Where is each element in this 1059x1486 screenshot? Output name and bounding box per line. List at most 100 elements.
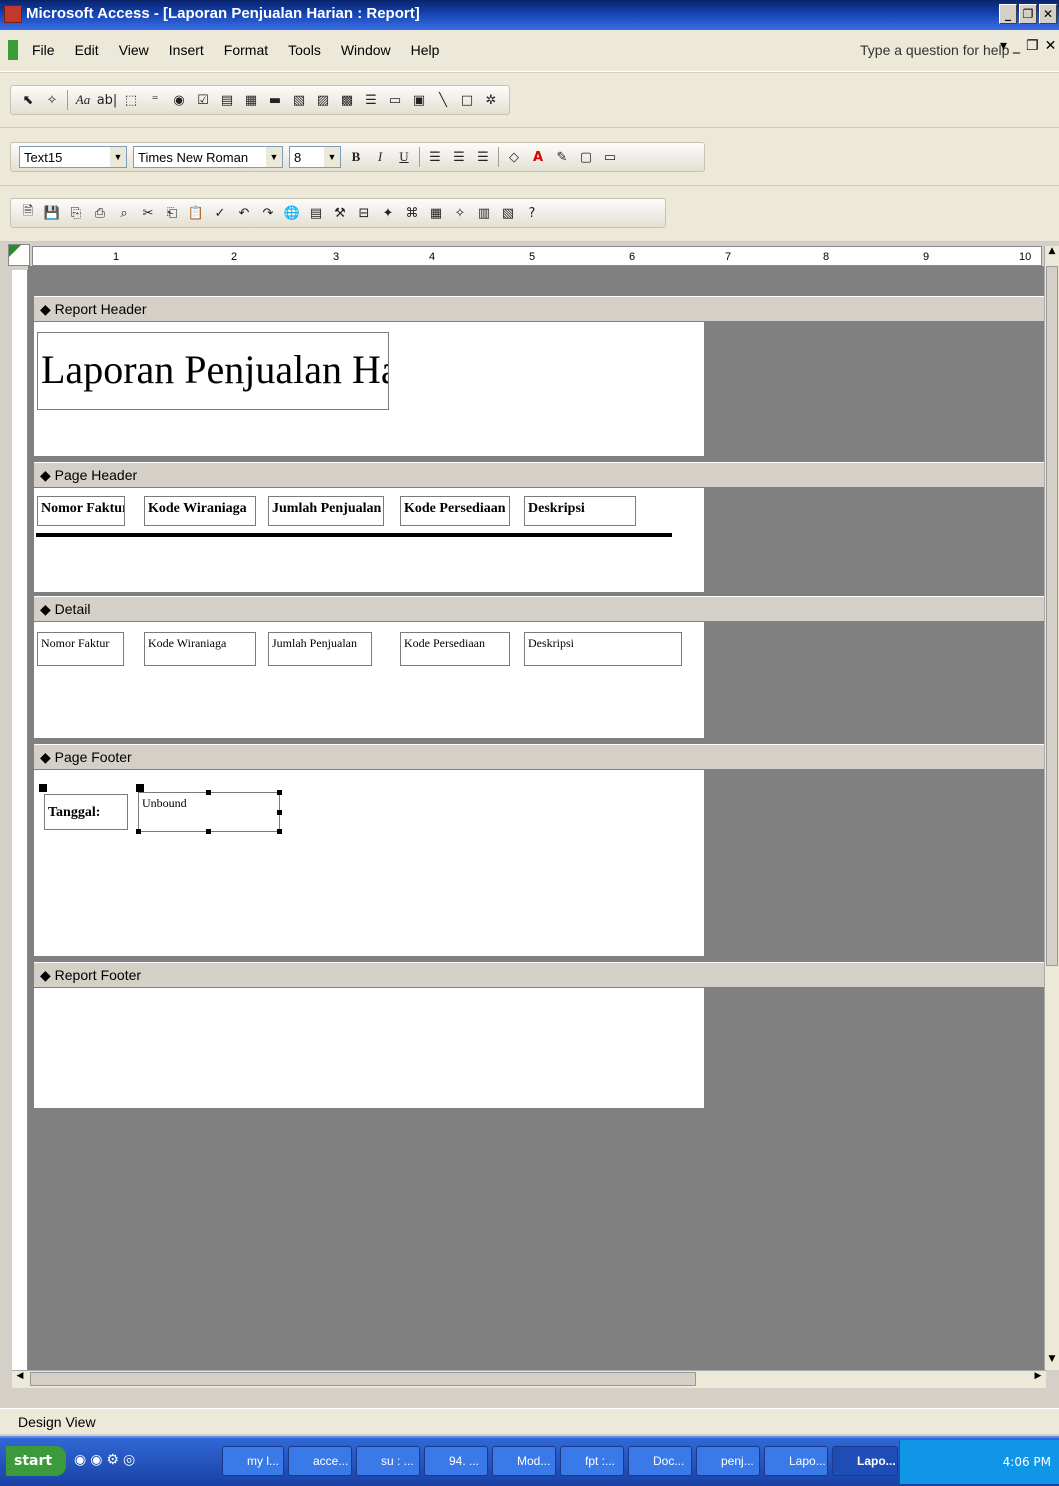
line-color-icon[interactable]: ✎	[553, 148, 571, 166]
database-window-icon[interactable]: ▥	[475, 204, 493, 222]
font-name-select[interactable]: Times New Roman ▼	[133, 146, 283, 168]
resize-handle[interactable]	[277, 810, 282, 815]
menu-file[interactable]: File	[32, 42, 55, 58]
minimize-button[interactable]: _	[999, 4, 1017, 24]
ruler-corner[interactable]	[8, 244, 30, 266]
save-icon[interactable]: 💾	[43, 204, 61, 222]
combo-box-icon[interactable]: ▤	[218, 91, 236, 109]
toggle-button-icon[interactable]: ⁼	[146, 91, 164, 109]
start-button[interactable]: start	[6, 1446, 66, 1476]
more-controls-icon[interactable]: ✲	[482, 91, 500, 109]
resize-handle[interactable]	[277, 829, 282, 834]
help-search-input[interactable]: Type a question for help	[860, 42, 1009, 58]
detail-field[interactable]: Kode Persediaan	[400, 632, 510, 666]
menu-view[interactable]: View	[119, 42, 149, 58]
command-button-icon[interactable]: ▬	[266, 91, 284, 109]
section-page-footer[interactable]: Tanggal: Unbound	[34, 770, 704, 956]
checkbox-tool-icon[interactable]: ☑	[194, 91, 212, 109]
list-box-icon[interactable]: ▦	[242, 91, 260, 109]
build-icon[interactable]: ✧	[451, 204, 469, 222]
taskbar-item[interactable]: Mod...	[492, 1446, 556, 1476]
taskbar-item[interactable]: penj...	[696, 1446, 760, 1476]
field-list-icon[interactable]: ▤	[307, 204, 325, 222]
image-tool-icon[interactable]: ▧	[290, 91, 308, 109]
section-detail[interactable]: Nomor Faktur Kode Wiraniaga Jumlah Penju…	[34, 622, 704, 738]
line-tool-icon[interactable]: ╲	[434, 91, 452, 109]
object-select[interactable]: Text15 ▼	[19, 146, 127, 168]
taskbar-item[interactable]: Doc...	[628, 1446, 692, 1476]
print-icon[interactable]: ⎙	[91, 204, 109, 222]
align-right-icon[interactable]: ☰	[474, 148, 492, 166]
line-width-icon[interactable]: ▢	[577, 148, 595, 166]
menu-insert[interactable]: Insert	[169, 42, 204, 58]
italic-button[interactable]: I	[371, 148, 389, 166]
unbound-date-field[interactable]: Unbound	[138, 792, 280, 832]
column-label[interactable]: Nomor Faktur	[37, 496, 125, 526]
label-tool-icon[interactable]: Aa	[74, 91, 92, 109]
report-icon[interactable]	[8, 40, 18, 60]
font-size-select[interactable]: 8 ▼	[289, 146, 341, 168]
scroll-thumb[interactable]	[1046, 266, 1058, 966]
redo-icon[interactable]: ↷	[259, 204, 277, 222]
properties-icon[interactable]: ▦	[427, 204, 445, 222]
taskbar-item[interactable]: su : ...	[356, 1446, 420, 1476]
sorting-grouping-icon[interactable]: ⊟	[355, 204, 373, 222]
taskbar-item[interactable]: acce...	[288, 1446, 352, 1476]
bold-button[interactable]: B	[347, 148, 365, 166]
menu-help[interactable]: Help	[411, 42, 440, 58]
menu-tools[interactable]: Tools	[288, 42, 321, 58]
vertical-scrollbar[interactable]: ▲ ▼	[1044, 246, 1059, 1370]
detail-field[interactable]: Deskripsi	[524, 632, 682, 666]
taskbar-item[interactable]: Lapo...	[764, 1446, 828, 1476]
page-break-icon[interactable]: ☰	[362, 91, 380, 109]
hyperlink-icon[interactable]: 🌐	[283, 204, 301, 222]
quick-launch-icons[interactable]: ◉◉⚙◎	[74, 1452, 139, 1468]
option-button-icon[interactable]: ◉	[170, 91, 188, 109]
subreport-icon[interactable]: ▣	[410, 91, 428, 109]
scroll-down-icon[interactable]: ▼	[1045, 1354, 1059, 1370]
taskbar-item[interactable]: fpt :...	[560, 1446, 624, 1476]
bound-frame-icon[interactable]: ▩	[338, 91, 356, 109]
file-search-icon[interactable]: ⎘	[67, 204, 85, 222]
paste-icon[interactable]: 📋	[187, 204, 205, 222]
section-bar-page-footer[interactable]: ◆ Page Footer	[34, 744, 1046, 770]
autoformat-icon[interactable]: ✦	[379, 204, 397, 222]
code-icon[interactable]: ⌘	[403, 204, 421, 222]
resize-handle[interactable]	[206, 829, 211, 834]
section-bar-detail[interactable]: ◆ Detail	[34, 596, 1046, 622]
resize-handle[interactable]	[136, 829, 141, 834]
view-icon[interactable]: 🗎	[19, 204, 37, 222]
align-left-icon[interactable]: ☰	[426, 148, 444, 166]
special-effect-icon[interactable]: ▭	[601, 148, 619, 166]
taskbar-item-active[interactable]: Lapo...	[832, 1446, 898, 1476]
resize-handle[interactable]	[277, 790, 282, 795]
option-group-icon[interactable]: ⬚	[122, 91, 140, 109]
align-center-icon[interactable]: ☰	[450, 148, 468, 166]
horizontal-scrollbar[interactable]: ◀ ▶	[12, 1370, 1046, 1388]
scroll-thumb[interactable]	[30, 1372, 696, 1386]
menu-window[interactable]: Window	[341, 42, 391, 58]
section-bar-report-header[interactable]: ◆ Report Header	[34, 296, 1046, 322]
section-bar-report-footer[interactable]: ◆ Report Footer	[34, 962, 1046, 988]
mdi-window-controls[interactable]: ▾_❐✕	[1000, 38, 1059, 54]
close-button[interactable]: ✕	[1039, 4, 1057, 24]
print-preview-icon[interactable]: ⌕	[115, 204, 133, 222]
detail-field[interactable]: Jumlah Penjualan	[268, 632, 372, 666]
move-handle[interactable]	[136, 784, 144, 792]
tanggal-label[interactable]: Tanggal:	[44, 794, 128, 830]
copy-icon[interactable]: ⎗	[163, 204, 181, 222]
textbox-tool-icon[interactable]: ab|	[97, 91, 118, 109]
header-underline[interactable]	[36, 533, 672, 537]
taskbar-item[interactable]: 94. ...	[424, 1446, 488, 1476]
column-label[interactable]: Deskripsi	[524, 496, 636, 526]
section-report-footer[interactable]	[34, 988, 704, 1108]
clock[interactable]: 4:06 PM	[1003, 1455, 1051, 1469]
scroll-left-icon[interactable]: ◀	[12, 1371, 28, 1387]
column-label[interactable]: Kode Persediaan	[400, 496, 510, 526]
vertical-ruler[interactable]	[12, 270, 28, 1370]
restore-button[interactable]: ❐	[1019, 4, 1037, 24]
new-object-icon[interactable]: ▧	[499, 204, 517, 222]
underline-button[interactable]: U	[395, 148, 413, 166]
font-color-icon[interactable]: A	[529, 148, 547, 166]
menu-edit[interactable]: Edit	[75, 42, 99, 58]
